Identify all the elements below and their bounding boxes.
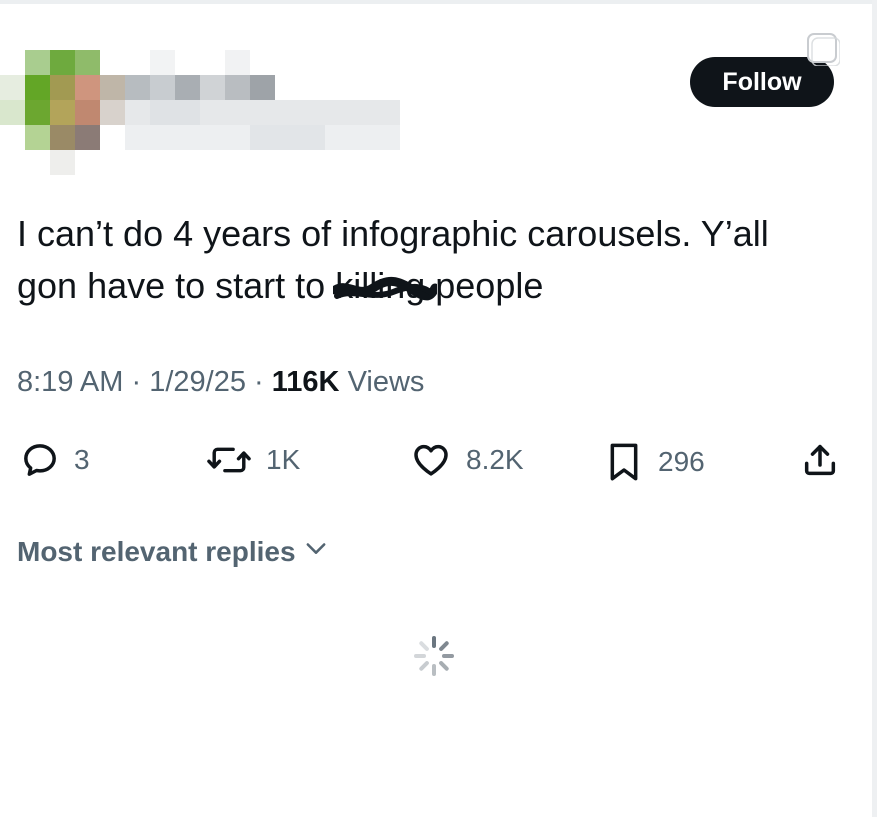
select-overlay-icon[interactable] [804, 30, 840, 66]
top-edge [0, 0, 877, 4]
bookmark-button[interactable]: 296 [604, 440, 705, 484]
reply-button[interactable]: 3 [20, 440, 90, 480]
bookmark-count: 296 [658, 446, 705, 477]
tweet-meta: 8:19 AM · 1/29/25 · 116K Views [17, 366, 424, 399]
repost-icon [206, 440, 252, 480]
tweet-text: I can’t do 4 years of infographic carous… [17, 208, 837, 312]
heart-icon [410, 440, 452, 480]
reply-count: 3 [74, 444, 90, 475]
share-button[interactable] [800, 440, 840, 480]
like-count: 8.2K [466, 444, 524, 475]
censored-word: killing [333, 260, 438, 312]
replies-sort-dropdown[interactable]: Most relevant replies [17, 534, 330, 569]
reply-icon [20, 440, 60, 480]
timestamp-time[interactable]: 8:19 AM [17, 366, 123, 398]
repost-count: 1K [266, 444, 301, 475]
meta-separator: · [131, 366, 142, 398]
tweet-text-end: people [425, 265, 544, 306]
scribble-redaction [333, 277, 438, 301]
like-button[interactable]: 8.2K [410, 440, 524, 480]
replies-sort-label: Most relevant replies [17, 535, 296, 567]
views-count: 116K [271, 366, 340, 398]
repost-button[interactable]: 1K [206, 440, 300, 480]
views-label: Views [347, 366, 425, 398]
meta-separator: · [254, 366, 264, 398]
loading-spinner-icon [414, 636, 454, 676]
chevron-down-icon [302, 534, 330, 569]
timestamp-date[interactable]: 1/29/25 [149, 366, 246, 398]
bookmark-icon [604, 440, 644, 484]
tweet-actions: 3 1K 8.2K 296 [0, 440, 877, 490]
right-edge [872, 0, 877, 817]
share-icon [800, 440, 840, 480]
